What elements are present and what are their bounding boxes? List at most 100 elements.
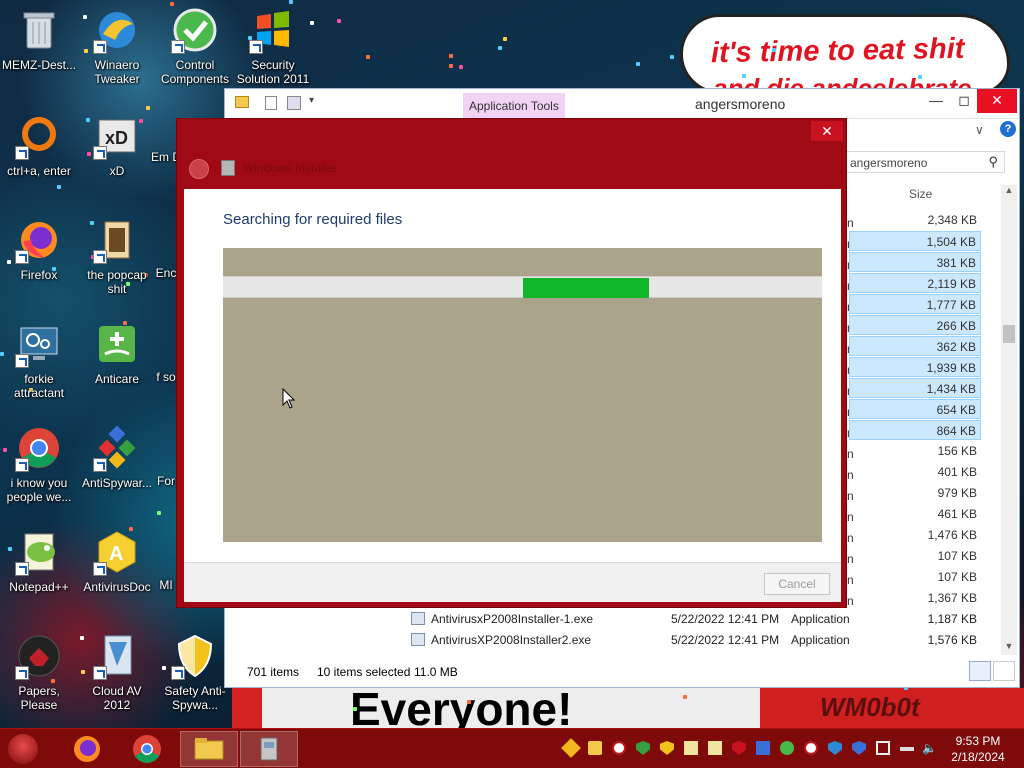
ribbon-collapse-icon[interactable]: ∨ <box>975 123 984 137</box>
taskbar-firefox[interactable] <box>58 731 116 767</box>
banner-text: Everyone! <box>350 688 573 728</box>
tray-app-icon[interactable] <box>684 741 698 755</box>
window-title: angersmoreno <box>695 96 786 112</box>
network-icon[interactable] <box>876 741 890 755</box>
vertical-scrollbar[interactable]: ▲ ▼ <box>1001 185 1017 655</box>
scroll-up-arrow-icon[interactable]: ▲ <box>1001 185 1017 199</box>
shield-tray-icon[interactable] <box>852 741 866 755</box>
file-name: AntivirusXP2008Installer2.exe <box>431 633 592 647</box>
file-size-cell[interactable]: 654 KB <box>849 399 981 419</box>
file-size-cell[interactable]: 461 KB <box>849 504 981 524</box>
desktop-icon-safety-antispyware[interactable]: Safety Anti-Spywa... <box>156 630 234 724</box>
desktop-icon-winaero[interactable]: Winaero Tweaker <box>78 4 156 98</box>
taskbar-chrome[interactable] <box>118 731 176 767</box>
clock-date[interactable]: 2/18/2024 <box>940 750 1016 764</box>
shortcut-arrow-icon <box>15 354 29 368</box>
desktop-icon-ctrl-a-enter[interactable]: ctrl+a, enter <box>0 110 78 204</box>
new-folder-icon[interactable] <box>287 96 301 110</box>
tab-application-tools[interactable]: Application Tools <box>463 93 565 119</box>
column-header-size[interactable]: Size <box>909 187 932 201</box>
taskbar-installer[interactable] <box>240 731 298 767</box>
tray-app-icon[interactable] <box>756 741 770 755</box>
start-button[interactable] <box>8 734 38 764</box>
desktop-icon-anticare[interactable]: Anticare <box>78 318 156 412</box>
properties-icon[interactable] <box>265 96 277 110</box>
maximize-button[interactable]: ◻ <box>947 89 981 113</box>
file-size-cell[interactable]: 2,348 KB <box>849 210 981 230</box>
exe-file-icon <box>411 633 425 646</box>
explorer-titlebar[interactable]: ▾ Application Tools angersmoreno — ◻ ✕ <box>225 89 1019 119</box>
warning-tray-icon[interactable] <box>804 741 818 755</box>
volume-muted-icon[interactable]: 🔈 <box>922 741 937 755</box>
search-input[interactable]: angersmoreno ⚲ <box>835 151 1005 173</box>
desktop-icon-control-components[interactable]: Control Components <box>156 4 234 98</box>
cancel-button[interactable]: Cancel <box>764 573 830 595</box>
quick-access-dropdown-icon[interactable]: ▾ <box>309 95 314 106</box>
dialog-close-button[interactable]: ✕ <box>811 121 843 141</box>
file-size-cell[interactable]: 1,939 KB <box>849 357 981 377</box>
back-button[interactable] <box>189 159 209 179</box>
desktop-icon-label: AntivirusDoc <box>83 580 151 594</box>
file-size-cell[interactable]: 864 KB <box>849 420 981 440</box>
tray-app-icon[interactable] <box>708 741 722 755</box>
file-size-cell[interactable]: 107 KB <box>849 567 981 587</box>
file-size-cell[interactable]: 156 KB <box>849 441 981 461</box>
desktop-icon-memz[interactable]: MEMZ-Dest... <box>0 4 78 98</box>
scrollbar-thumb[interactable] <box>1003 325 1015 343</box>
file-row[interactable]: AntivirusXP2008Installer2.exe 5/22/2022 … <box>409 630 979 650</box>
clock-time[interactable]: 9:53 PM <box>940 734 1016 748</box>
checkmark-icon <box>171 6 219 54</box>
desktop-icon-security-solution[interactable]: Security Solution 2011 <box>234 4 312 98</box>
desktop-icon-popcap[interactable]: the popcap shit <box>78 214 156 308</box>
file-size-cell[interactable]: 2,119 KB <box>849 273 981 293</box>
desktop-icon-notepadpp[interactable]: Notepad++ <box>0 526 78 620</box>
file-size-cell[interactable]: 362 KB <box>849 336 981 356</box>
file-size-cell[interactable]: 1,777 KB <box>849 294 981 314</box>
confetti-particle <box>772 48 776 52</box>
close-button[interactable]: ✕ <box>977 89 1017 113</box>
shortcut-arrow-icon <box>93 666 107 680</box>
scroll-down-arrow-icon[interactable]: ▼ <box>1001 641 1017 655</box>
file-size-cell[interactable]: 979 KB <box>849 483 981 503</box>
shortcut-arrow-icon <box>171 40 185 54</box>
desktop-icon-xd[interactable]: xD xD <box>78 110 156 204</box>
file-size: 1,576 KB <box>927 633 977 647</box>
details-view-button[interactable] <box>969 661 991 681</box>
svg-text:A: A <box>109 543 123 565</box>
desktop-icon-label: xD <box>109 164 125 178</box>
popcap-icon <box>93 216 141 264</box>
file-size-cell[interactable]: 381 KB <box>849 252 981 272</box>
desktop-icon-label: Papers, Please <box>18 684 60 712</box>
shield-tray-icon[interactable] <box>828 741 842 755</box>
desktop-icon-firefox[interactable]: Firefox <box>0 214 78 308</box>
help-icon[interactable]: ? <box>1000 121 1016 137</box>
check-tray-icon[interactable] <box>780 741 794 755</box>
confetti-particle <box>503 37 507 41</box>
antispyware-tray-icon[interactable] <box>561 738 581 758</box>
installer-icon <box>260 737 278 761</box>
warning-tray-icon[interactable] <box>612 741 626 755</box>
file-size-cell[interactable]: 401 KB <box>849 462 981 482</box>
file-size-cell[interactable]: 266 KB <box>849 315 981 335</box>
desktop-icon-antispyware[interactable]: AntiSpywar... <box>78 422 156 516</box>
shield-tray-icon[interactable] <box>636 741 650 755</box>
large-icons-view-button[interactable] <box>993 661 1015 681</box>
taskbar-file-explorer[interactable] <box>180 731 238 767</box>
file-size-cell[interactable]: 1,434 KB <box>849 378 981 398</box>
file-size-cell[interactable]: 1,504 KB <box>849 231 981 251</box>
file-row[interactable]: AntivirusxP2008Installer-1.exe 5/22/2022… <box>409 609 979 629</box>
desktop-icon-antivirusdoc[interactable]: A AntivirusDoc <box>78 526 156 620</box>
file-size-cell[interactable]: 107 KB <box>849 546 981 566</box>
progress-bar <box>223 276 822 298</box>
desktop-icon-forkie[interactable]: forkie attractant <box>0 318 78 412</box>
file-size-cell[interactable]: 1,476 KB <box>849 525 981 545</box>
desktop-icon-cloud-av[interactable]: Cloud AV 2012 <box>78 630 156 724</box>
desktop-icon-papers-please[interactable]: Papers, Please <box>0 630 78 724</box>
shield-tray-icon[interactable] <box>660 741 674 755</box>
file-size-cell[interactable]: 1,367 KB <box>849 588 981 608</box>
desktop-icon-chrome[interactable]: i know you people we... <box>0 422 78 516</box>
installer-dialog[interactable]: ✕ Windows Installer Searching for requir… <box>176 118 847 608</box>
power-icon[interactable] <box>900 747 914 751</box>
tray-app-icon[interactable] <box>588 741 602 755</box>
shield-tray-icon[interactable] <box>732 741 746 755</box>
